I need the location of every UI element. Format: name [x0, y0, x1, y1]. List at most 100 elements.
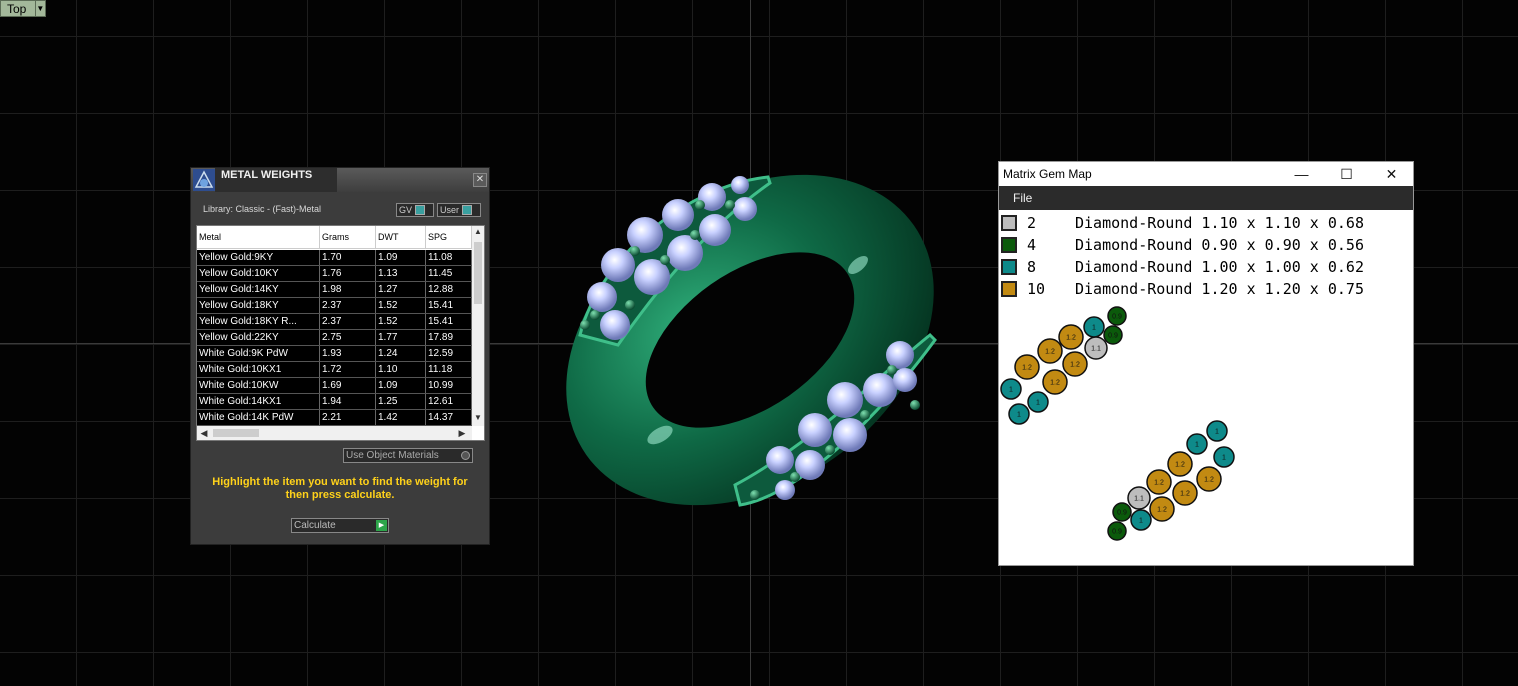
scroll-left-icon[interactable]: ◀	[197, 426, 211, 440]
table-row[interactable]: White Gold:9K PdW 1.93 1.24 12.59	[197, 346, 472, 362]
table-cell: 1.52	[376, 298, 426, 313]
user-toggle[interactable]: User	[437, 203, 481, 217]
scroll-up-icon[interactable]: ▲	[472, 226, 484, 238]
column-header-dwt[interactable]: DWT	[376, 226, 426, 248]
gem-stone[interactable]: 1.2	[1172, 480, 1198, 506]
gem-stone[interactable]: 1.2	[1196, 466, 1222, 492]
gem-stone[interactable]: 0.9	[1103, 325, 1123, 345]
scroll-down-icon[interactable]: ▼	[472, 412, 484, 424]
table-row[interactable]: Yellow Gold:18KY R... 2.37 1.52 15.41	[197, 314, 472, 330]
gem-stone[interactable]: 1	[1186, 433, 1208, 455]
maximize-icon[interactable]: ☐	[1324, 162, 1369, 186]
gem-stone[interactable]: 1.2	[1146, 469, 1172, 495]
gem-size-label: 0.9	[1117, 510, 1127, 517]
gem-stone[interactable]: 1.1	[1084, 336, 1108, 360]
metal-weights-titlebar[interactable]: METAL WEIGHTS ✕	[191, 168, 489, 192]
table-header: Metal Grams DWT SPG	[197, 226, 472, 249]
gem-stone[interactable]: 1.2	[1062, 351, 1088, 377]
gem-stone[interactable]: 1.2	[1042, 369, 1068, 395]
gv-toggle[interactable]: GV	[396, 203, 434, 217]
matrix-logo-icon	[193, 169, 215, 191]
table-cell: 14.37	[426, 410, 472, 425]
gem-stone[interactable]: 1	[1008, 403, 1030, 425]
table-row[interactable]: Yellow Gold:10KY 1.76 1.13 11.45	[197, 266, 472, 282]
legend-entry[interactable]: 8 Diamond-Round 1.00 x 1.00 x 0.62	[999, 256, 1413, 278]
table-cell: 2.37	[320, 298, 376, 313]
metal-table: Metal Grams DWT SPG Yellow Gold:9KY 1.70 1…	[196, 225, 485, 441]
close-icon[interactable]: ✕	[1369, 162, 1414, 186]
gem-stone[interactable]: 1.2	[1058, 324, 1084, 350]
view-label-tab[interactable]: Top ▼	[0, 0, 46, 17]
gem-map-titlebar[interactable]: Matrix Gem Map — ☐ ✕	[999, 162, 1413, 186]
table-row[interactable]: White Gold:10KW 1.69 1.09 10.99	[197, 378, 472, 394]
horizontal-scrollbar[interactable]: ◀ ▶	[197, 426, 472, 440]
legend-count: 10	[1027, 280, 1046, 298]
gem-map-title: Matrix Gem Map	[1003, 167, 1092, 181]
table-cell: White Gold:14K PdW	[197, 410, 320, 425]
legend-entry[interactable]: 2 Diamond-Round 1.10 x 1.10 x 0.68	[999, 212, 1413, 234]
gem-size-label: 1.2	[1204, 477, 1214, 484]
scroll-right-icon[interactable]: ▶	[455, 426, 469, 440]
gem-stone[interactable]: 1.2	[1014, 354, 1040, 380]
column-header-spg[interactable]: SPG	[426, 226, 472, 248]
column-header-grams[interactable]: Grams	[320, 226, 376, 248]
gem-stone[interactable]: 0.9	[1107, 521, 1127, 541]
gem-stone[interactable]: 1	[1027, 391, 1049, 413]
gem-size-label: 0.9	[1112, 529, 1122, 536]
gem-stone[interactable]: 1	[1130, 509, 1152, 531]
color-swatch	[1001, 215, 1017, 231]
gem-stone[interactable]: 1	[1213, 446, 1235, 468]
calculate-button[interactable]: Calculate ▶	[291, 518, 389, 533]
minimize-icon[interactable]: —	[1279, 162, 1324, 186]
gem-size-label: 0.9	[1112, 314, 1122, 321]
gem-size-label: 1.1	[1091, 346, 1101, 353]
table-row[interactable]: White Gold:14KX1 1.94 1.25 12.61	[197, 394, 472, 410]
table-cell: 1.76	[320, 266, 376, 281]
chevron-down-icon[interactable]: ▼	[34, 1, 45, 16]
gem-stone[interactable]: 0.9	[1112, 502, 1132, 522]
gem-size-label: 1.2	[1066, 335, 1076, 342]
gem-map-window: Matrix Gem Map — ☐ ✕ File 2 Diamond-Round…	[998, 161, 1414, 566]
gem-stone[interactable]: 0.9	[1107, 306, 1127, 326]
table-cell: Yellow Gold:18KY R...	[197, 314, 320, 329]
gem-map-canvas[interactable]: 0.9 1 0.9 1.1 1.2 1.2 1.2 1.2 1.2 1 1 1 1 1 1 1.2 1.2 1.2…	[999, 302, 1413, 562]
table-cell: 2.75	[320, 330, 376, 345]
table-row[interactable]: Yellow Gold:9KY 1.70 1.09 11.08	[197, 250, 472, 266]
table-row[interactable]: Yellow Gold:22KY 2.75 1.77 17.89	[197, 330, 472, 346]
table-row[interactable]: Yellow Gold:14KY 1.98 1.27 12.88	[197, 282, 472, 298]
close-icon[interactable]: ✕	[473, 173, 487, 187]
legend-description: Diamond-Round 1.10 x 1.10 x 0.68	[1075, 214, 1364, 232]
ring-model[interactable]	[540, 165, 960, 525]
legend-description: Diamond-Round 0.90 x 0.90 x 0.56	[1075, 236, 1364, 254]
gem-stone[interactable]: 1	[1083, 316, 1105, 338]
gem-stone[interactable]: 1.2	[1149, 496, 1175, 522]
table-row[interactable]: White Gold:10KX1 1.72 1.10 11.18	[197, 362, 472, 378]
library-label: Library: Classic - (Fast)-Metal	[203, 204, 322, 214]
gem-size-label: 1	[1195, 442, 1199, 449]
color-swatch	[1001, 281, 1017, 297]
menu-file[interactable]: File	[1013, 191, 1032, 205]
table-cell: 1.13	[376, 266, 426, 281]
gem-stone[interactable]: 1	[1000, 378, 1022, 400]
scroll-thumb[interactable]	[474, 242, 482, 304]
gem-size-label: 1	[1215, 429, 1219, 436]
table-row[interactable]: White Gold:14K PdW 2.21 1.42 14.37	[197, 410, 472, 426]
metal-weights-panel: METAL WEIGHTS ✕ Library: Classic - (Fast…	[190, 167, 490, 545]
gem-stone[interactable]: 1.1	[1127, 486, 1151, 510]
user-switch-icon	[462, 205, 473, 215]
legend-count: 2	[1027, 214, 1037, 232]
legend-entry[interactable]: 10 Diamond-Round 1.20 x 1.20 x 0.75	[999, 278, 1413, 300]
gem-size-label: 1.2	[1050, 380, 1060, 387]
hscroll-thumb[interactable]	[213, 429, 259, 437]
use-object-materials-toggle[interactable]: Use Object Materials	[343, 448, 473, 463]
table-cell: 12.59	[426, 346, 472, 361]
table-cell: Yellow Gold:14KY	[197, 282, 320, 297]
gem-size-label: 1.2	[1175, 462, 1185, 469]
gem-stone[interactable]: 1.2	[1037, 338, 1063, 364]
gem-stone[interactable]: 1	[1206, 420, 1228, 442]
table-row[interactable]: Yellow Gold:18KY 2.37 1.52 15.41	[197, 298, 472, 314]
legend-entry[interactable]: 4 Diamond-Round 0.90 x 0.90 x 0.56	[999, 234, 1413, 256]
column-header-metal[interactable]: Metal	[197, 226, 320, 248]
gem-stone[interactable]: 1.2	[1167, 451, 1193, 477]
vertical-scrollbar[interactable]: ▲ ▼	[472, 226, 484, 426]
